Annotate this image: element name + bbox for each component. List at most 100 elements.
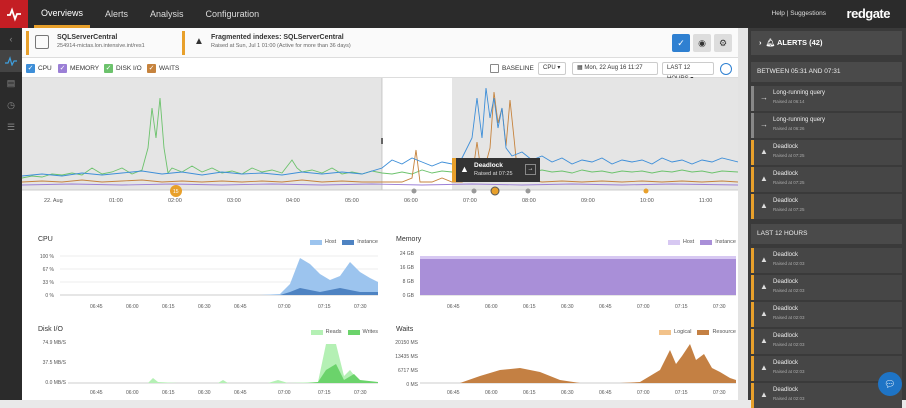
- legend-toggle-memory[interactable]: ✓ MEMORY: [58, 64, 99, 73]
- warning-triangle-icon: ▲: [460, 164, 469, 174]
- tooltip-title: Deadlock: [474, 162, 503, 169]
- checkbox-checked-icon: ✓: [26, 64, 35, 73]
- event-marker-selected[interactable]: [490, 186, 500, 196]
- active-alert-banner[interactable]: ▲ Fragmented indexes: SQLServerCentral R…: [182, 31, 512, 55]
- alerts-section-range: BETWEEN 05:31 AND 07:31: [751, 62, 902, 82]
- memory-area-chart[interactable]: [420, 254, 736, 298]
- database-icon[interactable]: ▤: [0, 72, 22, 94]
- svg-text:08:00: 08:00: [522, 198, 536, 204]
- alerts-header[interactable]: › 🔔︎ ALERTS (42): [751, 31, 902, 55]
- main-content: SQLServerCentral 254914-mictas.lon.inten…: [21, 28, 739, 400]
- checkbox-checked-icon: ✓: [58, 64, 67, 73]
- alerts-section-last-12-hours: LAST 12 HOURS: [751, 224, 902, 244]
- timeline-chart[interactable]: 22. Aug 01:00 02:00 03:00 04:00 05:00 06…: [21, 78, 739, 226]
- svg-text:06:00: 06:00: [404, 198, 418, 204]
- legend-toggle-cpu[interactable]: ✓ CPU: [26, 64, 52, 73]
- warning-triangle-icon: ▲: [760, 201, 768, 210]
- deadlock-tooltip[interactable]: ▲ Deadlock Raised at 07:25 →: [452, 158, 540, 182]
- server-selector[interactable]: SQLServerCentral 254914-mictas.lon.inten…: [26, 31, 176, 55]
- alert-banner-subtitle: Raised at Sun, Jul 1 01:00 (Active for m…: [211, 43, 351, 49]
- panel-title: Disk I/O: [38, 326, 63, 333]
- left-sidebar: ‹ ▤ ◷ ☰: [0, 28, 22, 400]
- overview-timeline[interactable]: 22. Aug 01:00 02:00 03:00 04:00 05:00 06…: [21, 78, 739, 226]
- warning-triangle-icon: ▲: [760, 282, 768, 291]
- warning-triangle-icon: ▲: [760, 147, 768, 156]
- settings-button[interactable]: ⚙: [714, 34, 732, 52]
- warning-triangle-icon: ▲: [760, 363, 768, 372]
- calendar-icon: ▦: [577, 65, 583, 71]
- svg-text:05:00: 05:00: [345, 198, 359, 204]
- nav-tab-alerts[interactable]: Alerts: [98, 0, 135, 28]
- panel-title: Memory: [396, 236, 422, 243]
- main-scrollbar[interactable]: [738, 28, 748, 400]
- gear-icon: ⚙: [718, 37, 728, 48]
- checkbox-checked-icon: ✓: [104, 64, 113, 73]
- header-alert-bar: SQLServerCentral 254914-mictas.lon.inten…: [22, 28, 738, 58]
- chat-bubble-icon[interactable]: 💬︎: [878, 372, 902, 396]
- panel-legend: Host Instance: [662, 239, 736, 245]
- cpu-area-chart[interactable]: [60, 254, 378, 298]
- alert-item[interactable]: ▲ Deadlock Raised at 07:25: [751, 194, 902, 219]
- server-detail: 254914-mictas.lon.intensive.int/res1: [57, 43, 145, 49]
- alert-item[interactable]: → Long-running query Raised at 06:14: [751, 86, 902, 111]
- event-marker[interactable]: [471, 188, 477, 194]
- metric-select[interactable]: CPU ▾: [538, 62, 566, 75]
- list-icon[interactable]: ☰: [0, 116, 22, 138]
- svg-text:07:00: 07:00: [463, 198, 477, 204]
- redgate-brand-logo: redgate: [846, 6, 891, 21]
- event-marker[interactable]: [643, 188, 649, 194]
- svg-text:02:00: 02:00: [168, 198, 182, 204]
- nav-tab-overviews[interactable]: Overviews: [34, 0, 91, 28]
- event-marker[interactable]: [525, 188, 531, 194]
- alert-circle-icon[interactable]: ◷: [0, 94, 22, 116]
- svg-text:11:00: 11:00: [699, 198, 712, 204]
- alert-item[interactable]: → Long-running query Raised at 06:26: [751, 113, 902, 138]
- panel-legend: Host Instance: [304, 239, 378, 245]
- panel-title: Waits: [396, 326, 414, 333]
- server-name: SQLServerCentral: [57, 34, 118, 41]
- legend-toggle-disk-io[interactable]: ✓ DISK I/O: [104, 64, 142, 73]
- warning-triangle-icon: ▲: [760, 255, 768, 264]
- overview-pulse-icon[interactable]: [0, 50, 22, 72]
- disk-io-area-chart[interactable]: [68, 340, 378, 386]
- alert-item[interactable]: ▲ Deadlock Raised at 02:03: [751, 302, 902, 327]
- warning-triangle-icon: ▲: [760, 174, 768, 183]
- nav-tab-analysis[interactable]: Analysis: [143, 0, 191, 28]
- view-button[interactable]: ◉: [693, 34, 711, 52]
- metric-legend-bar: ✓ CPU ✓ MEMORY ✓ DISK I/O ✓ WAITS BASELINE C…: [22, 58, 738, 82]
- chevron-right-icon: ›: [759, 38, 762, 47]
- checkbox-checked-icon: ✓: [147, 64, 156, 73]
- baseline-toggle[interactable]: BASELINE: [490, 64, 534, 73]
- confirm-check-button[interactable]: ✓: [672, 34, 690, 52]
- warning-triangle-icon: ▲: [194, 36, 204, 47]
- checkbox-empty-icon: [490, 64, 499, 73]
- check-icon: ✓: [677, 37, 685, 48]
- collapse-chevron-icon[interactable]: ‹: [0, 28, 22, 50]
- panel-title: CPU: [38, 236, 53, 243]
- tooltip-link-button[interactable]: →: [525, 164, 536, 175]
- arrow-icon: →: [760, 120, 768, 129]
- event-marker[interactable]: [411, 188, 417, 194]
- alert-item[interactable]: ▲ Deadlock Raised at 02:03: [751, 248, 902, 273]
- alert-item[interactable]: ▲ Deadlock Raised at 02:03: [751, 275, 902, 300]
- alert-item[interactable]: ▲ Deadlock Raised at 07:25: [751, 167, 902, 192]
- nav-tab-configuration[interactable]: Configuration: [199, 0, 267, 28]
- redgate-monitor-logo-icon[interactable]: [0, 0, 28, 28]
- refresh-icon[interactable]: [720, 63, 732, 75]
- help-suggestions-links[interactable]: Help | Suggestions: [772, 0, 826, 28]
- svg-text:03:00: 03:00: [227, 198, 241, 204]
- waits-area-chart[interactable]: [420, 340, 736, 386]
- time-range-select[interactable]: LAST 12 HOURS ▾: [662, 62, 714, 82]
- panel-legend: Reads Writes: [305, 329, 378, 335]
- alerts-sidebar: › 🔔︎ ALERTS (42) BETWEEN 05:31 AND 07:31…: [748, 28, 906, 408]
- bell-icon: 🔔︎: [765, 38, 776, 47]
- panel-legend: Logical Resource: [653, 329, 736, 335]
- svg-text:04:00: 04:00: [286, 198, 300, 204]
- alert-item[interactable]: ▲ Deadlock Raised at 07:25: [751, 140, 902, 165]
- alert-item[interactable]: ▲ Deadlock Raised at 02:03: [751, 329, 902, 354]
- legend-toggle-waits[interactable]: ✓ WAITS: [147, 64, 179, 73]
- svg-text:22. Aug: 22. Aug: [44, 198, 63, 204]
- svg-text:10:00: 10:00: [640, 198, 654, 204]
- warning-triangle-icon: ▲: [760, 309, 768, 318]
- date-picker[interactable]: ▦ Mon, 22 Aug 16 11:27: [572, 62, 658, 75]
